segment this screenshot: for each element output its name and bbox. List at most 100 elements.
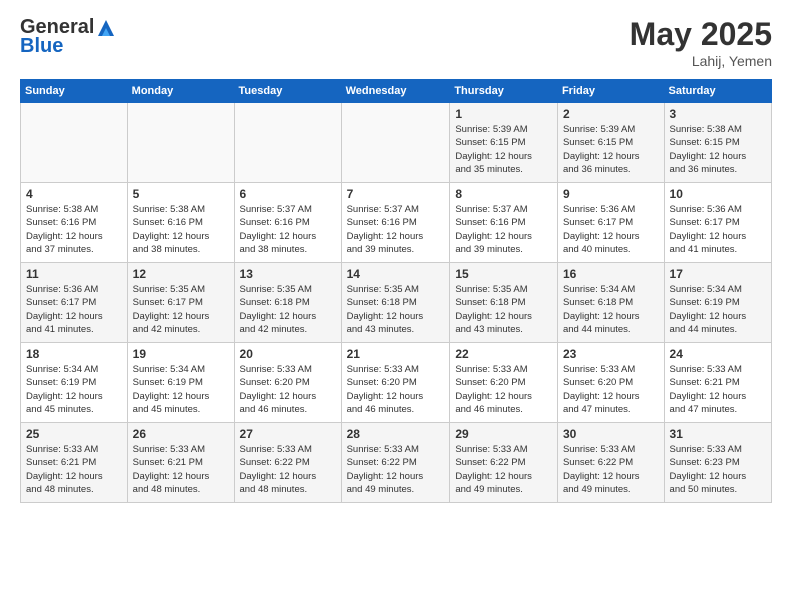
day-number: 22	[455, 347, 552, 361]
header-wednesday: Wednesday	[341, 80, 450, 103]
day-number: 13	[240, 267, 336, 281]
header-sunday: Sunday	[21, 80, 128, 103]
day-number: 29	[455, 427, 552, 441]
calendar-week-row: 25 Sunrise: 5:33 AM Sunset: 6:21 PM Dayli…	[21, 423, 772, 503]
calendar-cell: 13Sunrise: 5:35 AM Sunset: 6:18 PM Dayli…	[234, 263, 341, 343]
calendar-cell: 21Sunrise: 5:33 AM Sunset: 6:20 PM Dayli…	[341, 343, 450, 423]
calendar-cell: 16 Sunrise: 5:34 AM Sunset: 6:18 PM Dayli…	[557, 263, 664, 343]
calendar-cell: 2 Sunrise: 5:39 AM Sunset: 6:15 PM Daylig…	[557, 103, 664, 183]
calendar-cell	[341, 103, 450, 183]
calendar-cell: 5 Sunrise: 5:38 AM Sunset: 6:16 PM Daylig…	[127, 183, 234, 263]
calendar-cell: 26 Sunrise: 5:33 AM Sunset: 6:21 PM Dayli…	[127, 423, 234, 503]
calendar-cell: 23 Sunrise: 5:33 AM Sunset: 6:20 PM Dayli…	[557, 343, 664, 423]
day-info: Sunrise: 5:33 AM Sunset: 6:21 PM Dayligh…	[133, 443, 229, 496]
day-info: Sunrise: 5:33 AM Sunset: 6:22 PM Dayligh…	[347, 443, 445, 496]
day-info: Sunrise: 5:33 AM Sunset: 6:22 PM Dayligh…	[455, 443, 552, 496]
day-info: Sunrise: 5:34 AM Sunset: 6:19 PM Dayligh…	[133, 363, 229, 416]
calendar-cell: 25 Sunrise: 5:33 AM Sunset: 6:21 PM Dayli…	[21, 423, 128, 503]
day-number: 3	[670, 107, 766, 121]
calendar-cell: 4Sunrise: 5:38 AM Sunset: 6:16 PM Daylig…	[21, 183, 128, 263]
day-info: Sunrise: 5:33 AM Sunset: 6:22 PM Dayligh…	[240, 443, 336, 496]
day-number: 9	[563, 187, 659, 201]
day-info: Sunrise: 5:39 AM Sunset: 6:15 PM Dayligh…	[455, 123, 552, 176]
header-tuesday: Tuesday	[234, 80, 341, 103]
calendar-cell: 1Sunrise: 5:39 AM Sunset: 6:15 PM Daylig…	[450, 103, 558, 183]
header-friday: Friday	[557, 80, 664, 103]
calendar-cell: 17 Sunrise: 5:34 AM Sunset: 6:19 PM Dayli…	[664, 263, 771, 343]
day-info: Sunrise: 5:33 AM Sunset: 6:23 PM Dayligh…	[670, 443, 766, 496]
calendar-week-row: 4 Sunrise: 5:38 AM Sunset: 6:16 PM Daylig…	[21, 183, 772, 263]
location-subtitle: Lahij, Yemen	[630, 53, 772, 69]
day-info: Sunrise: 5:33 AM Sunset: 6:22 PM Dayligh…	[563, 443, 659, 496]
logo-icon	[96, 18, 116, 38]
calendar-cell: 27 Sunrise: 5:33 AM Sunset: 6:22 PM Dayli…	[234, 423, 341, 503]
weekday-header-row: Sunday Monday Tuesday Wednesday Thursday…	[21, 80, 772, 103]
day-info: Sunrise: 5:35 AM Sunset: 6:18 PM Dayligh…	[455, 283, 552, 336]
calendar-cell: 10Sunrise: 5:36 AM Sunset: 6:17 PM Dayli…	[664, 183, 771, 263]
day-info: Sunrise: 5:35 AM Sunset: 6:17 PM Dayligh…	[133, 283, 229, 336]
calendar-table: Sunday Monday Tuesday Wednesday Thursday…	[20, 79, 772, 503]
calendar-cell: 29 Sunrise: 5:33 AM Sunset: 6:22 PM Dayli…	[450, 423, 558, 503]
day-info: Sunrise: 5:36 AM Sunset: 6:17 PM Dayligh…	[563, 203, 659, 256]
day-number: 16	[563, 267, 659, 281]
calendar-cell	[234, 103, 341, 183]
calendar-cell: 20 Sunrise: 5:33 AM Sunset: 6:20 PM Dayli…	[234, 343, 341, 423]
calendar-cell: 12 Sunrise: 5:35 AM Sunset: 6:17 PM Dayli…	[127, 263, 234, 343]
header-monday: Monday	[127, 80, 234, 103]
day-number: 24	[670, 347, 766, 361]
day-info: Sunrise: 5:33 AM Sunset: 6:21 PM Dayligh…	[26, 443, 122, 496]
day-info: Sunrise: 5:33 AM Sunset: 6:20 PM Dayligh…	[347, 363, 445, 416]
day-info: Sunrise: 5:33 AM Sunset: 6:21 PM Dayligh…	[670, 363, 766, 416]
day-number: 18	[26, 347, 122, 361]
day-info: Sunrise: 5:33 AM Sunset: 6:20 PM Dayligh…	[563, 363, 659, 416]
month-year-title: May 2025	[630, 16, 772, 53]
calendar-cell: 31 Sunrise: 5:33 AM Sunset: 6:23 PM Dayli…	[664, 423, 771, 503]
day-info: Sunrise: 5:37 AM Sunset: 6:16 PM Dayligh…	[240, 203, 336, 256]
day-info: Sunrise: 5:37 AM Sunset: 6:16 PM Dayligh…	[347, 203, 445, 256]
day-number: 8	[455, 187, 552, 201]
calendar-cell: 24 Sunrise: 5:33 AM Sunset: 6:21 PM Dayli…	[664, 343, 771, 423]
day-number: 15	[455, 267, 552, 281]
calendar-cell: 6 Sunrise: 5:37 AM Sunset: 6:16 PM Daylig…	[234, 183, 341, 263]
day-info: Sunrise: 5:39 AM Sunset: 6:15 PM Dayligh…	[563, 123, 659, 176]
day-info: Sunrise: 5:38 AM Sunset: 6:16 PM Dayligh…	[133, 203, 229, 256]
day-number: 20	[240, 347, 336, 361]
title-block: May 2025 Lahij, Yemen	[630, 16, 772, 69]
day-number: 23	[563, 347, 659, 361]
calendar-week-row: 11Sunrise: 5:36 AM Sunset: 6:17 PM Dayli…	[21, 263, 772, 343]
calendar-cell: 18 Sunrise: 5:34 AM Sunset: 6:19 PM Dayli…	[21, 343, 128, 423]
day-number: 27	[240, 427, 336, 441]
calendar-cell: 30Sunrise: 5:33 AM Sunset: 6:22 PM Dayli…	[557, 423, 664, 503]
day-number: 4	[26, 187, 122, 201]
calendar-cell: 11Sunrise: 5:36 AM Sunset: 6:17 PM Dayli…	[21, 263, 128, 343]
day-number: 2	[563, 107, 659, 121]
calendar-cell: 3Sunrise: 5:38 AM Sunset: 6:15 PM Daylig…	[664, 103, 771, 183]
day-number: 6	[240, 187, 336, 201]
calendar-cell: 7 Sunrise: 5:37 AM Sunset: 6:16 PM Daylig…	[341, 183, 450, 263]
day-number: 5	[133, 187, 229, 201]
day-info: Sunrise: 5:33 AM Sunset: 6:20 PM Dayligh…	[455, 363, 552, 416]
header-thursday: Thursday	[450, 80, 558, 103]
day-number: 26	[133, 427, 229, 441]
day-number: 14	[347, 267, 445, 281]
day-number: 12	[133, 267, 229, 281]
calendar-cell: 22 Sunrise: 5:33 AM Sunset: 6:20 PM Dayli…	[450, 343, 558, 423]
day-info: Sunrise: 5:36 AM Sunset: 6:17 PM Dayligh…	[670, 203, 766, 256]
calendar-week-row: 1Sunrise: 5:39 AM Sunset: 6:15 PM Daylig…	[21, 103, 772, 183]
day-number: 25	[26, 427, 122, 441]
day-info: Sunrise: 5:33 AM Sunset: 6:20 PM Dayligh…	[240, 363, 336, 416]
calendar-cell: 19Sunrise: 5:34 AM Sunset: 6:19 PM Dayli…	[127, 343, 234, 423]
day-number: 7	[347, 187, 445, 201]
header-saturday: Saturday	[664, 80, 771, 103]
calendar-cell: 28 Sunrise: 5:33 AM Sunset: 6:22 PM Dayli…	[341, 423, 450, 503]
day-info: Sunrise: 5:34 AM Sunset: 6:19 PM Dayligh…	[670, 283, 766, 336]
day-info: Sunrise: 5:35 AM Sunset: 6:18 PM Dayligh…	[347, 283, 445, 336]
day-info: Sunrise: 5:34 AM Sunset: 6:18 PM Dayligh…	[563, 283, 659, 336]
logo: General Blue	[20, 16, 116, 58]
day-number: 28	[347, 427, 445, 441]
calendar-week-row: 18 Sunrise: 5:34 AM Sunset: 6:19 PM Dayli…	[21, 343, 772, 423]
day-number: 17	[670, 267, 766, 281]
day-number: 31	[670, 427, 766, 441]
calendar-cell	[21, 103, 128, 183]
day-info: Sunrise: 5:34 AM Sunset: 6:19 PM Dayligh…	[26, 363, 122, 416]
